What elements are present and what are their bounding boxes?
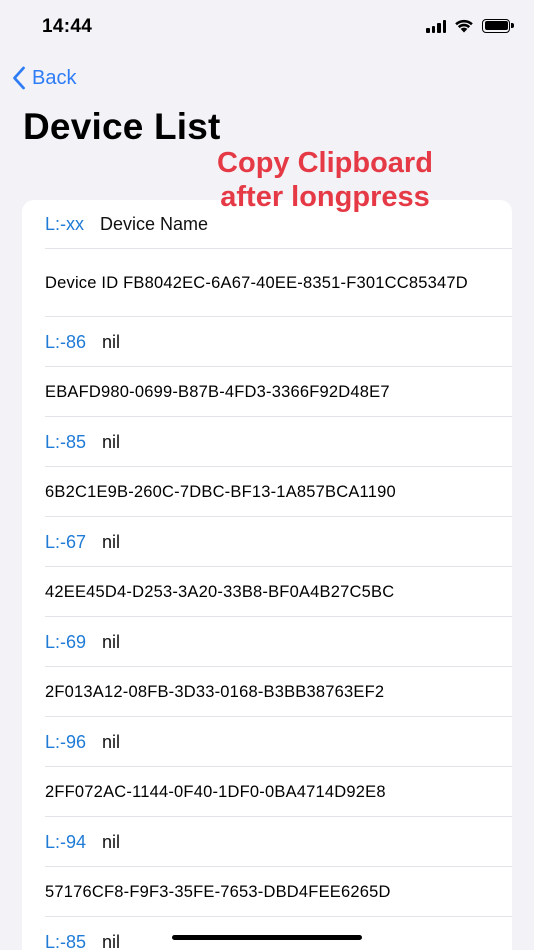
device-id: 6B2C1E9B-260C-7DBC-BF13-1A857BCA1190 <box>45 482 396 501</box>
rssi-value: L:-96 <box>45 731 87 752</box>
status-icons <box>426 18 514 33</box>
rssi-value: L:-85 <box>45 931 87 950</box>
list-item[interactable]: L:-69 nil <box>22 617 512 667</box>
device-id-row[interactable]: 6B2C1E9B-260C-7DBC-BF13-1A857BCA1190 <box>22 467 512 517</box>
device-list[interactable]: L:-xx Device Name Device ID FB8042EC-6A6… <box>22 200 512 950</box>
status-bar: 14:44 <box>0 0 534 56</box>
device-id-row[interactable]: 2F013A12-08FB-3D33-0168-B3BB38763EF2 <box>22 667 512 717</box>
home-indicator[interactable] <box>172 935 362 940</box>
device-name: nil <box>102 831 121 852</box>
screen: 14:44 Back Device List Copy Clipboard af… <box>0 0 534 950</box>
device-name: nil <box>102 431 121 452</box>
device-name: nil <box>102 931 121 950</box>
cellular-signal-icon <box>426 19 446 33</box>
annotation-overlay: Copy Clipboard after longpress <box>217 147 433 213</box>
device-name: nil <box>102 731 121 752</box>
device-id-row[interactable]: 2FF072AC-1144-0F40-1DF0-0BA4714D92E8 <box>22 767 512 817</box>
page-title: Device List <box>23 106 221 147</box>
chevron-left-icon <box>13 66 25 90</box>
device-id: 2FF072AC-1144-0F40-1DF0-0BA4714D92E8 <box>45 782 386 801</box>
wifi-icon <box>455 19 473 33</box>
back-button[interactable]: Back <box>12 62 76 94</box>
device-id-row[interactable]: EBAFD980-0699-B87B-4FD3-3366F92D48E7 <box>22 367 512 417</box>
device-name: nil <box>102 531 121 552</box>
list-item[interactable]: L:-96 nil <box>22 717 512 767</box>
device-id: EBAFD980-0699-B87B-4FD3-3366F92D48E7 <box>45 382 390 401</box>
list-header-id-row[interactable]: Device ID FB8042EC-6A67-40EE-8351-F301CC… <box>22 249 512 317</box>
rssi-value: L:-86 <box>45 331 87 352</box>
rssi-value: L:-69 <box>45 631 87 652</box>
device-name: nil <box>102 331 121 352</box>
device-id-row[interactable]: 57176CF8-F9F3-35FE-7653-DBD4FEE6265D <box>22 867 512 917</box>
list-item[interactable]: L:-94 nil <box>22 817 512 867</box>
rssi-label: L:-xx <box>45 214 85 234</box>
device-id-text: Device ID FB8042EC-6A67-40EE-8351-F301CC… <box>45 274 468 292</box>
list-item[interactable]: L:-85 nil <box>22 917 512 950</box>
list-item[interactable]: L:-85 nil <box>22 417 512 467</box>
list-item[interactable]: L:-86 nil <box>22 317 512 367</box>
rssi-value: L:-67 <box>45 531 87 552</box>
rssi-value: L:-85 <box>45 431 87 452</box>
battery-icon <box>482 18 514 33</box>
list-item[interactable]: L:-67 nil <box>22 517 512 567</box>
device-id-row[interactable]: 42EE45D4-D253-3A20-33B8-BF0A4B27C5BC <box>22 567 512 617</box>
device-id: 42EE45D4-D253-3A20-33B8-BF0A4B27C5BC <box>45 582 395 601</box>
status-time: 14:44 <box>42 16 93 37</box>
back-label: Back <box>32 66 77 89</box>
device-name-label: Device Name <box>100 214 209 234</box>
rssi-value: L:-94 <box>45 831 87 852</box>
device-id: 57176CF8-F9F3-35FE-7653-DBD4FEE6265D <box>45 882 391 901</box>
device-name: nil <box>102 631 121 652</box>
device-id: 2F013A12-08FB-3D33-0168-B3BB38763EF2 <box>45 682 385 701</box>
